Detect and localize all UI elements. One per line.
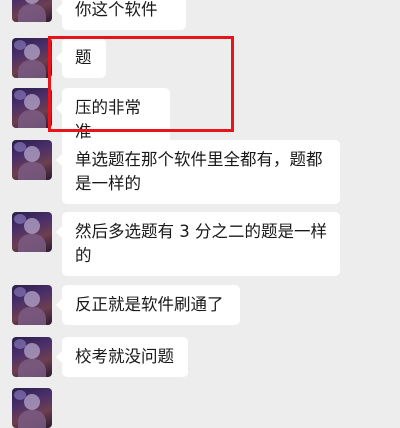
sender-avatar[interactable] [12,38,52,78]
sender-avatar[interactable] [12,212,52,252]
message-bubble[interactable]: 单选题在那个软件里全都有，题都 是一样的 [56,140,340,204]
sender-avatar[interactable] [12,0,52,22]
sender-avatar[interactable] [12,388,52,428]
message-bubble[interactable]: 校考就没问题 [56,337,188,377]
sender-avatar[interactable] [12,140,52,180]
sender-avatar[interactable] [12,88,52,128]
sender-avatar[interactable] [12,337,52,377]
message-bubble[interactable]: 反正就是软件刷通了 [56,285,240,325]
chat-conversation: 你这个软件 题 压的非常准 单选题在那个软件里全都有，题都 是一样的 然后多选题… [0,0,400,428]
message-bubble[interactable]: 你这个软件 [56,0,186,30]
message-bubble[interactable]: 题 [56,38,106,78]
message-bubble[interactable]: 然后多选题有 3 分之二的题是一样 的 [56,212,340,276]
sender-avatar[interactable] [12,285,52,325]
